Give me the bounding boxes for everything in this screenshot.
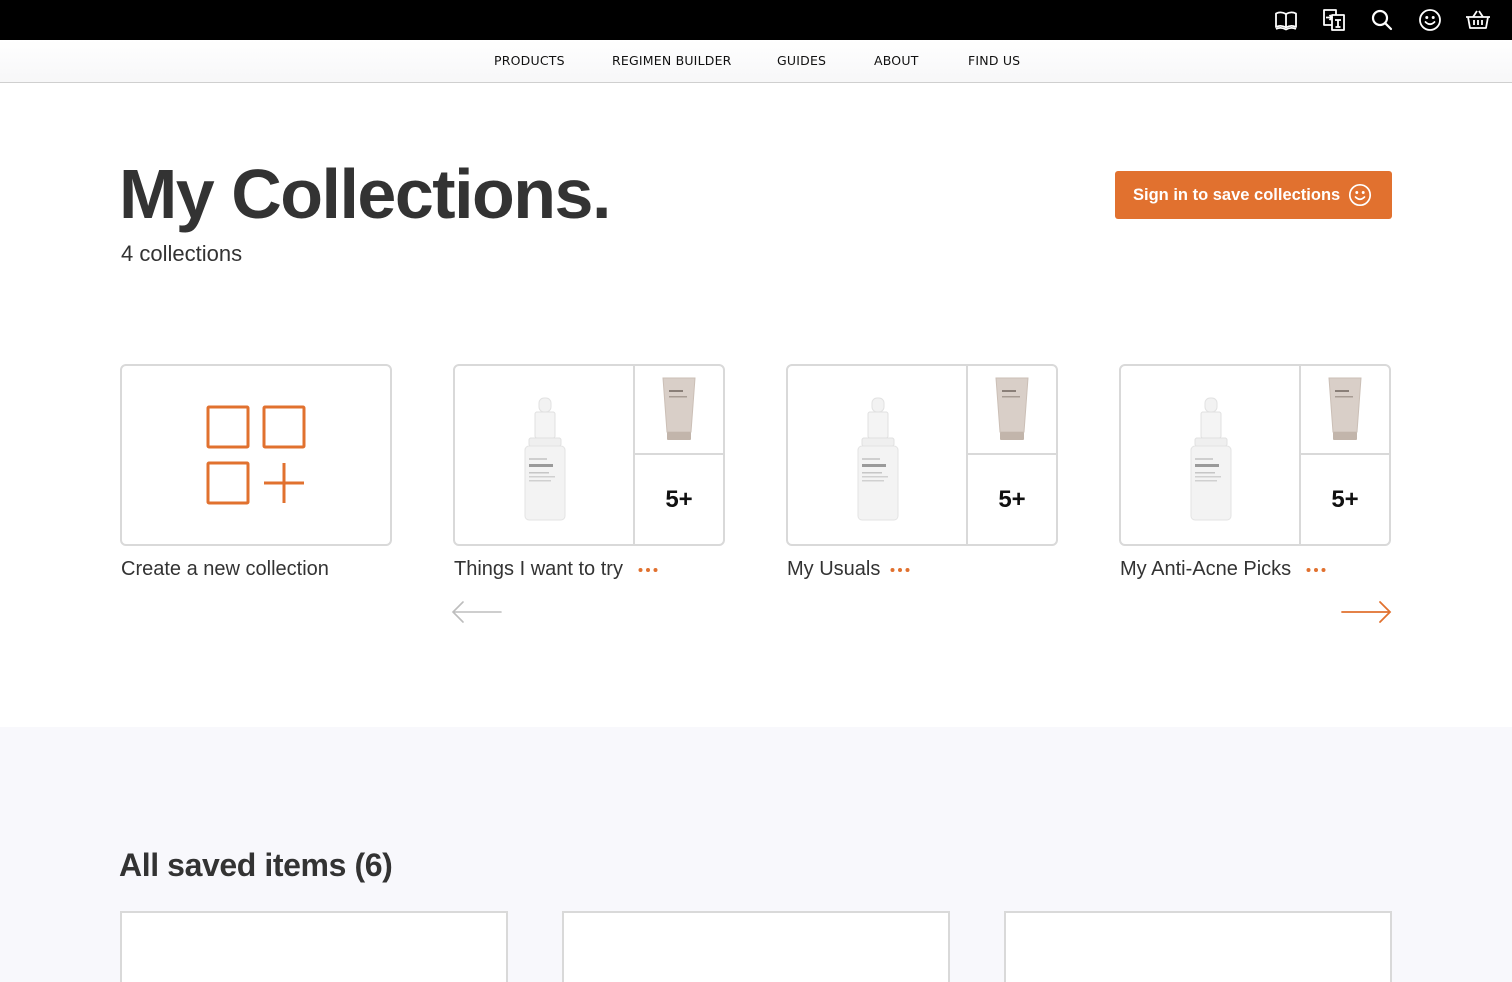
add-collection-icon: [206, 405, 306, 505]
collection-main-image: [788, 366, 968, 544]
more-options-icon[interactable]: [1305, 560, 1327, 580]
serum-bottle-image: [857, 397, 899, 521]
cream-tube-image: [1328, 377, 1362, 440]
create-collection-label[interactable]: Create a new collection: [121, 558, 329, 581]
more-options-icon[interactable]: [637, 560, 659, 580]
basket-icon[interactable]: [1465, 8, 1491, 32]
nav-item-guides[interactable]: GUIDES: [777, 53, 826, 68]
nav-item-products[interactable]: PRODUCTS: [494, 53, 565, 68]
smiley-icon: [1348, 183, 1372, 207]
collection-main-image: [1121, 366, 1301, 544]
collection-more-count: 5+: [635, 455, 723, 544]
collection-card[interactable]: 5+: [1119, 364, 1391, 546]
translate-icon[interactable]: [1322, 8, 1346, 32]
collection-thumb-image: [1301, 366, 1389, 455]
top-bar: [0, 0, 1512, 40]
collection-name[interactable]: My Usuals: [787, 558, 880, 581]
collection-main-image: [455, 366, 635, 544]
more-count-label: 5+: [1331, 485, 1359, 513]
collection-name[interactable]: Things I want to try: [454, 558, 623, 581]
collection-thumb-image: [968, 366, 1056, 455]
cream-tube-image: [662, 377, 696, 440]
main-nav: PRODUCTS REGIMEN BUILDER GUIDES ABOUT FI…: [0, 40, 1512, 83]
saved-items-section: All saved items (6): [0, 727, 1512, 982]
collection-card[interactable]: 5+: [786, 364, 1058, 546]
account-smiley-icon[interactable]: [1418, 8, 1442, 32]
nav-item-about[interactable]: ABOUT: [874, 53, 919, 68]
nav-item-find-us[interactable]: FIND US: [968, 53, 1020, 68]
search-icon[interactable]: [1370, 8, 1394, 32]
saved-items-title: All saved items (6): [119, 847, 393, 883]
collection-more-count: 5+: [1301, 455, 1389, 544]
collections-count: 4 collections: [121, 241, 243, 266]
saved-item-card[interactable]: [562, 911, 950, 982]
nav-item-regimen-builder[interactable]: REGIMEN BUILDER: [612, 53, 732, 68]
page-title: My Collections.: [119, 155, 611, 233]
sign-in-button[interactable]: Sign in to save collections: [1115, 171, 1392, 219]
previous-arrow-icon[interactable]: [451, 598, 503, 626]
more-options-icon[interactable]: [889, 560, 911, 580]
more-count-label: 5+: [665, 485, 693, 513]
saved-item-card[interactable]: [1004, 911, 1392, 982]
book-icon[interactable]: [1274, 8, 1298, 32]
next-arrow-icon[interactable]: [1340, 598, 1392, 626]
collection-more-count: 5+: [968, 455, 1056, 544]
more-count-label: 5+: [998, 485, 1026, 513]
serum-bottle-image: [524, 397, 566, 521]
collection-card[interactable]: 5+: [453, 364, 725, 546]
create-collection-card[interactable]: [120, 364, 392, 546]
serum-bottle-image: [1190, 397, 1232, 521]
saved-item-card[interactable]: [120, 911, 508, 982]
sign-in-button-label: Sign in to save collections: [1133, 186, 1341, 204]
cream-tube-image: [995, 377, 1029, 440]
collection-name[interactable]: My Anti-Acne Picks: [1120, 558, 1291, 581]
collection-thumb-image: [635, 366, 723, 455]
